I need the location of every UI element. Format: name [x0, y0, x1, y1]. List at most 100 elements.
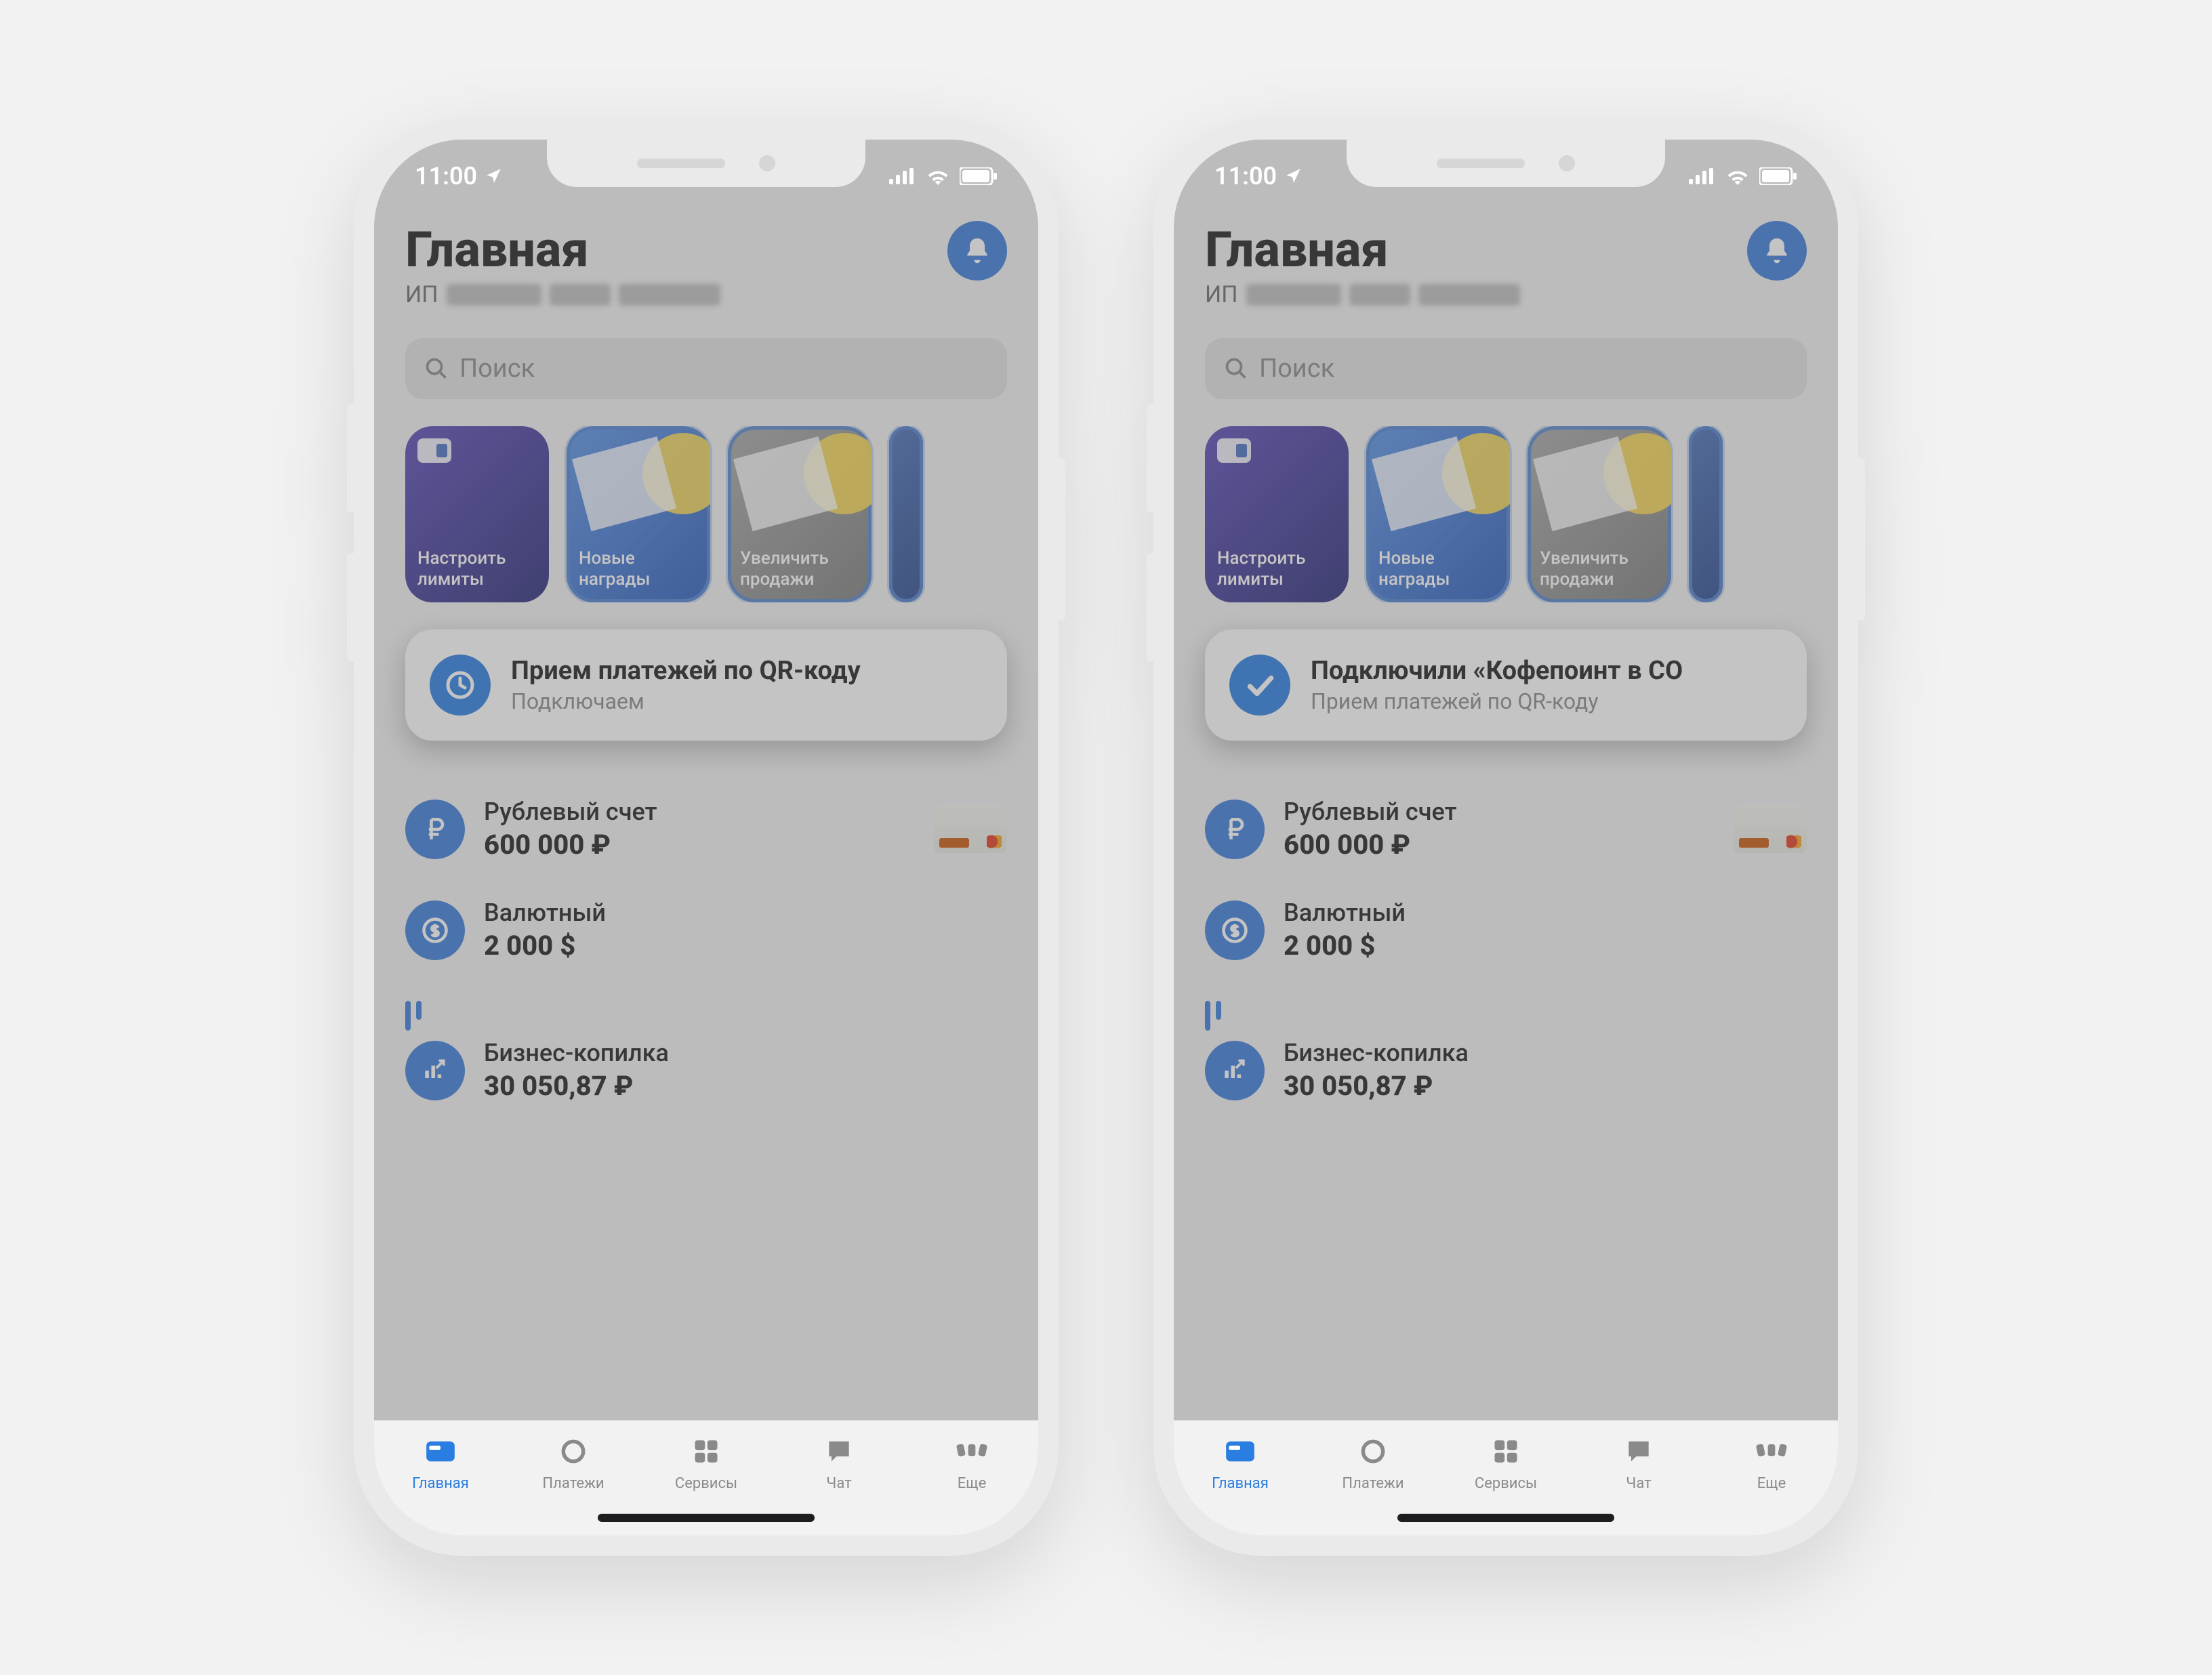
clock-icon: [430, 655, 491, 716]
page-title: Главная: [405, 221, 720, 278]
battery-icon: [960, 167, 998, 185]
home-icon: [422, 1433, 459, 1470]
cellular-icon: [1689, 167, 1716, 185]
tab-chat[interactable]: Чат: [792, 1433, 886, 1492]
search-placeholder: Поиск: [1259, 354, 1334, 384]
notification-card[interactable]: Подключили «Кофепоинт в СО Прием платеже…: [1205, 629, 1807, 741]
screen: 11:00 Главная ИП: [1174, 140, 1838, 1535]
more-icon: [1753, 1433, 1790, 1470]
redacted-text: [447, 284, 541, 306]
account-balance: 30 050,87 ₽: [484, 1070, 1007, 1102]
account-name: Бизнес-копилка: [484, 1039, 1007, 1067]
services-icon: [688, 1433, 724, 1470]
account-name: Рублевый счет: [484, 798, 915, 826]
more-icon: [954, 1433, 990, 1470]
payments-icon: [555, 1433, 592, 1470]
redacted-text: [1418, 284, 1520, 306]
tab-services[interactable]: Сервисы: [1458, 1433, 1553, 1492]
account-currency[interactable]: Валютный 2 000 $: [1205, 880, 1807, 980]
stories-row[interactable]: Настроить лимиты Новые награды Увеличить…: [1205, 426, 1807, 602]
cellular-icon: [889, 167, 916, 185]
account-balance: 600 000 ₽: [484, 829, 915, 861]
account-name: Бизнес-копилка: [1284, 1039, 1807, 1067]
ruble-icon: [1205, 800, 1265, 859]
account-balance: 600 000 ₽: [1284, 829, 1715, 861]
redacted-text: [1349, 284, 1410, 306]
account-name: Валютный: [484, 898, 1007, 927]
account-ruble[interactable]: Рублевый счет 600 000 ₽: [1205, 779, 1807, 880]
page-subtitle: ИП: [405, 281, 720, 308]
phone-mockup-left: 11:00 Главная ИП: [354, 119, 1059, 1556]
notifications-button[interactable]: [1747, 221, 1807, 281]
battery-icon: [1759, 167, 1797, 185]
account-balance: 2 000 $: [1284, 930, 1807, 961]
account-ruble[interactable]: Рублевый счет 600 000 ₽: [405, 779, 1007, 880]
notch: [547, 140, 865, 187]
location-icon: [1285, 167, 1303, 185]
account-savings[interactable]: Бизнес-копилка 30 050,87 ₽: [405, 1031, 1007, 1121]
tab-more[interactable]: Еще: [924, 1433, 1019, 1492]
card-thumbnail[interactable]: [1734, 806, 1807, 853]
story-sales[interactable]: Увеличить продажи: [728, 426, 872, 602]
chat-icon: [1620, 1433, 1657, 1470]
growth-icon: [405, 1041, 465, 1100]
chat-icon: [821, 1433, 857, 1470]
search-placeholder: Поиск: [459, 354, 535, 384]
tab-payments[interactable]: Платежи: [526, 1433, 621, 1492]
account-currency[interactable]: Валютный 2 000 $: [405, 880, 1007, 980]
story-more[interactable]: [1689, 426, 1723, 602]
screen: 11:00 Главная ИП: [374, 140, 1038, 1535]
status-time: 11:00: [1214, 162, 1277, 190]
notification-card[interactable]: Прием платежей по QR-коду Подключаем: [405, 629, 1007, 741]
tab-payments[interactable]: Платежи: [1326, 1433, 1420, 1492]
tab-more[interactable]: Еще: [1724, 1433, 1819, 1492]
growth-icon: [1205, 1041, 1265, 1100]
stories-row[interactable]: Настроить лимиты Новые награды Увеличить…: [405, 426, 1007, 602]
search-input[interactable]: Поиск: [1205, 338, 1807, 399]
phone-mockup-right: 11:00 Главная ИП: [1153, 119, 1858, 1556]
card-subtitle: Подключаем: [511, 688, 861, 714]
account-balance: 30 050,87 ₽: [1284, 1070, 1807, 1102]
page-title: Главная: [1205, 221, 1520, 278]
story-more[interactable]: [889, 426, 923, 602]
dollar-icon: [1205, 901, 1265, 960]
ruble-icon: [405, 800, 465, 859]
wifi-icon: [1725, 167, 1750, 185]
card-title: Прием платежей по QR-коду: [511, 656, 861, 686]
status-time: 11:00: [415, 162, 477, 190]
location-icon: [485, 167, 503, 185]
account-name: Рублевый счет: [1284, 798, 1715, 826]
story-limits[interactable]: Настроить лимиты: [405, 426, 549, 602]
drag-handle[interactable]: [1205, 1001, 1229, 1031]
card-title: Подключили «Кофепоинт в СО: [1311, 656, 1683, 686]
tab-chat[interactable]: Чат: [1591, 1433, 1686, 1492]
notch: [1347, 140, 1665, 187]
wifi-icon: [926, 167, 950, 185]
home-icon: [1222, 1433, 1258, 1470]
tab-home[interactable]: Главная: [1193, 1433, 1288, 1492]
tab-home[interactable]: Главная: [393, 1433, 488, 1492]
story-sales[interactable]: Увеличить продажи: [1528, 426, 1671, 602]
story-rewards[interactable]: Новые награды: [567, 426, 710, 602]
account-name: Валютный: [1284, 898, 1807, 927]
story-limits[interactable]: Настроить лимиты: [1205, 426, 1349, 602]
dollar-icon: [405, 901, 465, 960]
card-subtitle: Прием платежей по QR-коду: [1311, 688, 1683, 714]
redacted-text: [619, 284, 720, 306]
account-balance: 2 000 $: [484, 930, 1007, 961]
payments-icon: [1355, 1433, 1391, 1470]
card-thumbnail[interactable]: [934, 806, 1007, 853]
redacted-text: [550, 284, 611, 306]
tab-services[interactable]: Сервисы: [659, 1433, 754, 1492]
home-indicator[interactable]: [1397, 1514, 1614, 1522]
redacted-text: [1246, 284, 1341, 306]
notifications-button[interactable]: [947, 221, 1007, 281]
account-savings[interactable]: Бизнес-копилка 30 050,87 ₽: [1205, 1031, 1807, 1121]
check-icon: [1229, 655, 1290, 716]
page-subtitle: ИП: [1205, 281, 1520, 308]
services-icon: [1488, 1433, 1524, 1470]
search-input[interactable]: Поиск: [405, 338, 1007, 399]
home-indicator[interactable]: [598, 1514, 815, 1522]
story-rewards[interactable]: Новые награды: [1366, 426, 1510, 602]
drag-handle[interactable]: [405, 1001, 430, 1031]
